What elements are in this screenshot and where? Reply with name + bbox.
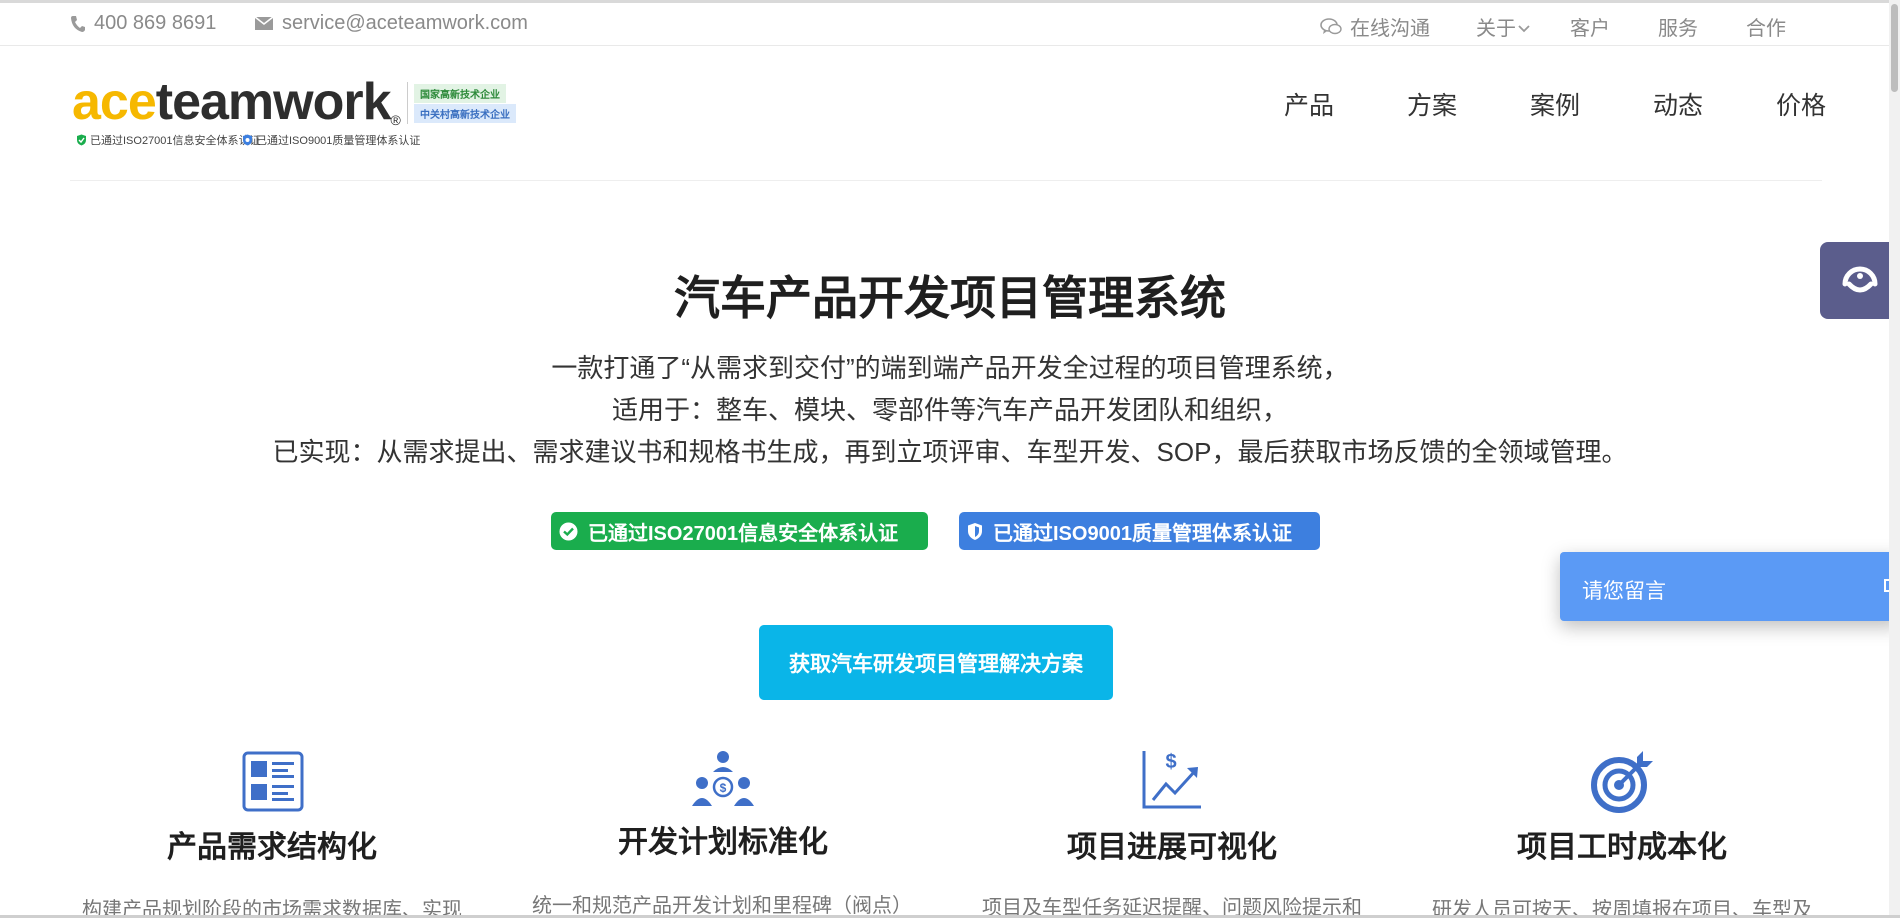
about-dropdown[interactable]: 关于 bbox=[1476, 12, 1530, 41]
customers-link[interactable]: 客户 bbox=[1570, 12, 1610, 41]
hero-line-1: 一款打通了“从需求到交付”的端到端产品开发全过程的项目管理系统， bbox=[551, 353, 1349, 383]
phone-number: 400 869 8691 bbox=[94, 12, 217, 34]
feature-title-4: 项目工时成本化 bbox=[1517, 831, 1727, 864]
growth-chart-icon: $ bbox=[1142, 751, 1201, 809]
shield-icon bbox=[968, 522, 982, 540]
logo-ace: ace bbox=[72, 73, 157, 131]
iso9001-badge: 已通过ISO9001质量管理体系认证 bbox=[959, 512, 1320, 550]
nav-pricing[interactable]: 价格 bbox=[1776, 86, 1826, 122]
hero-line-3: 已实现：从需求提出、需求建议书和规格书生成，再到立项评审、车型开发、SOP，最后… bbox=[272, 437, 1628, 467]
shield-heart-icon bbox=[243, 134, 252, 146]
logo-teamwork: teamwork bbox=[155, 73, 392, 131]
top-bar: 400 869 8691 service@aceteamwork.com 在线沟… bbox=[0, 0, 1900, 46]
nav-news[interactable]: 动态 bbox=[1653, 86, 1703, 122]
email-address: service@aceteamwork.com bbox=[282, 12, 528, 34]
online-chat-label: 在线沟通 bbox=[1350, 18, 1430, 40]
iso9001-small-label: 已通过ISO9001质量管理体系认证 bbox=[256, 135, 421, 147]
nav-cases[interactable]: 案例 bbox=[1530, 86, 1580, 122]
logo-divider bbox=[407, 82, 408, 124]
phone-contact[interactable]: 400 869 8691 bbox=[70, 12, 216, 35]
check-circle-icon bbox=[559, 522, 578, 540]
iso9001-small: 已通过ISO9001质量管理体系认证 bbox=[242, 132, 420, 148]
iso27001-small: 已通过ISO27001信息安全体系认证 bbox=[76, 132, 261, 148]
envelope-icon bbox=[254, 16, 274, 30]
scrollbar-thumb[interactable] bbox=[1891, 4, 1898, 92]
zgc-badge: 中关村高新技术企业 bbox=[414, 104, 516, 123]
hero-line-2: 适用于：整车、模块、零部件等汽车产品开发团队和组织， bbox=[611, 395, 1288, 425]
feature-title-1: 产品需求结构化 bbox=[167, 831, 377, 864]
email-contact[interactable]: service@aceteamwork.com bbox=[254, 12, 528, 35]
phone-icon bbox=[71, 15, 85, 32]
team-money-icon: $ bbox=[692, 751, 754, 806]
chat-icon bbox=[1320, 17, 1342, 34]
document-list-icon bbox=[242, 751, 304, 812]
online-chat-link[interactable]: 在线沟通 bbox=[1320, 12, 1430, 41]
leave-message-label: 请您留言 bbox=[1582, 580, 1666, 603]
headset-icon bbox=[1842, 266, 1878, 292]
leave-message-panel[interactable]: 请您留言 bbox=[1560, 552, 1900, 621]
iso27001-badge-label: 已通过ISO27001信息安全体系认证 bbox=[588, 522, 899, 545]
page-title: 汽车产品开发项目管理系统 bbox=[674, 272, 1226, 324]
feature-title-3: 项目进展可视化 bbox=[1067, 831, 1277, 864]
svg-text:$: $ bbox=[720, 781, 727, 795]
cooperation-link[interactable]: 合作 bbox=[1746, 12, 1786, 41]
services-label: 服务 bbox=[1658, 18, 1698, 40]
feature-title-2: 开发计划标准化 bbox=[618, 826, 828, 859]
iso27001-badge: 已通过ISO27001信息安全体系认证 bbox=[551, 512, 928, 550]
shield-check-icon bbox=[77, 134, 86, 146]
chevron-down-icon bbox=[1518, 24, 1530, 32]
iso9001-badge-label: 已通过ISO9001质量管理体系认证 bbox=[993, 522, 1292, 545]
services-link[interactable]: 服务 bbox=[1658, 12, 1698, 41]
scrollbar[interactable] bbox=[1889, 0, 1900, 918]
side-contact-button[interactable] bbox=[1820, 242, 1900, 319]
brand-logo[interactable]: aceteamwork® bbox=[72, 76, 401, 128]
nav-products[interactable]: 产品 bbox=[1284, 86, 1334, 122]
logo-wordmark: aceteamwork bbox=[72, 73, 392, 131]
svg-text:$: $ bbox=[1165, 751, 1176, 773]
get-solution-button[interactable]: 获取汽车研发项目管理解决方案 bbox=[759, 625, 1113, 700]
cooperation-label: 合作 bbox=[1746, 18, 1786, 40]
iso27001-small-label: 已通过ISO27001信息安全体系认证 bbox=[90, 135, 261, 147]
about-label: 关于 bbox=[1476, 18, 1516, 40]
target-icon bbox=[1591, 751, 1653, 813]
logo-registered: ® bbox=[390, 112, 401, 128]
nav-solutions[interactable]: 方案 bbox=[1407, 86, 1457, 122]
customers-label: 客户 bbox=[1570, 18, 1610, 40]
high-tech-badge: 国家高新技术企业 bbox=[414, 84, 506, 103]
feature-desc-2: 统一和规范产品开发计划和里程碑（阀点） bbox=[532, 895, 912, 917]
header-divider bbox=[70, 180, 1822, 181]
